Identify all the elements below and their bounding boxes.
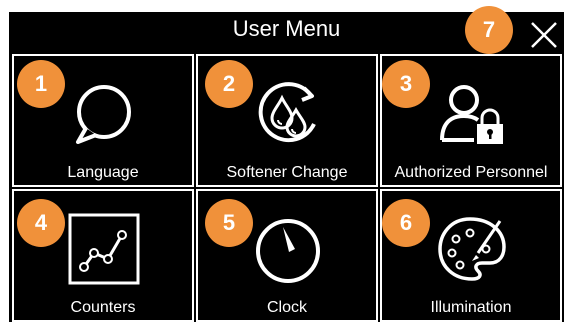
tile-label-softener-change: Softener Change	[226, 164, 348, 181]
badge-6: 6	[382, 199, 430, 247]
speech-bubble-icon	[76, 85, 131, 144]
tile-label-clock: Clock	[266, 299, 307, 316]
badge-5: 5	[205, 199, 253, 247]
user-menu-screen: User Menu Language Softener Change Autho…	[9, 12, 564, 322]
palette-icon	[438, 217, 506, 281]
close-button[interactable]	[527, 18, 561, 52]
tile-label-counters: Counters	[70, 299, 136, 316]
badge-4: 4	[17, 199, 65, 247]
badge-7: 7	[465, 6, 513, 54]
close-icon	[531, 22, 557, 48]
badge-2: 2	[205, 60, 253, 108]
badge-1: 1	[17, 60, 65, 108]
clock-icon	[256, 219, 320, 283]
tile-label-illumination: Illumination	[430, 299, 512, 316]
tile-label-authorized-personnel: Authorized Personnel	[394, 164, 548, 181]
tile-label-language: Language	[67, 164, 139, 181]
line-chart-icon	[68, 213, 140, 285]
badge-3: 3	[382, 60, 430, 108]
water-drops-refresh-icon	[258, 82, 316, 143]
user-lock-icon	[440, 85, 503, 144]
